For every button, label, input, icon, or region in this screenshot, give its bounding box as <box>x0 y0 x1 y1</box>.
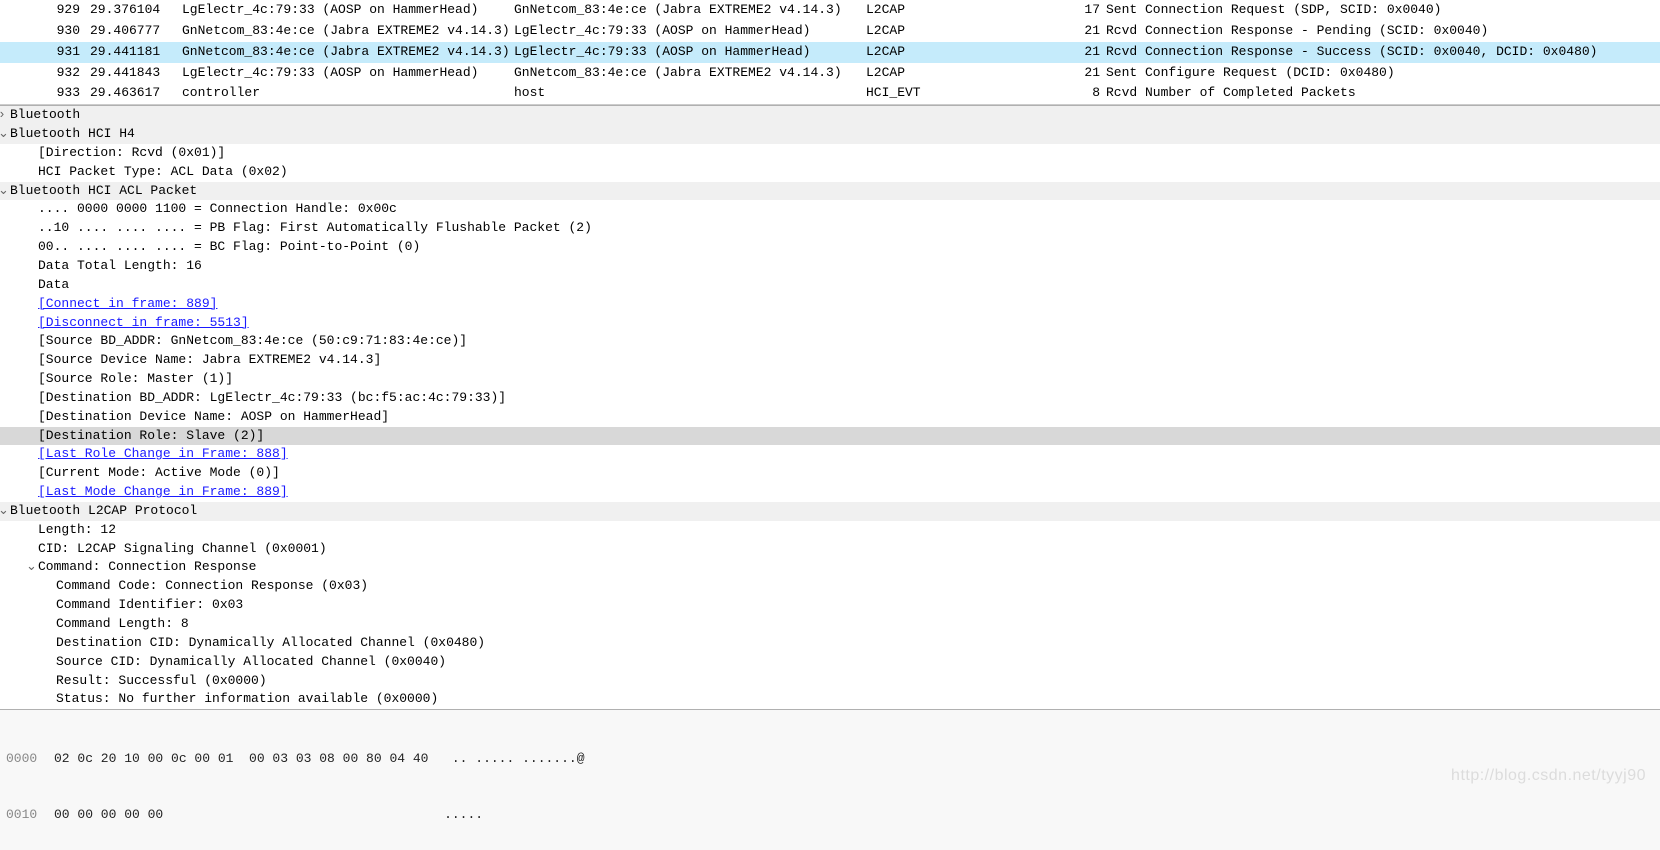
col-info: Rcvd Connection Response - Success (SCID… <box>1106 43 1660 62</box>
hex-row[interactable]: 000002 0c 20 10 00 0c 00 01 00 03 03 08 … <box>0 750 1660 769</box>
tree-acl-current-mode[interactable]: [Current Mode: Active Mode (0)] <box>0 464 1660 483</box>
col-time: 29.441843 <box>90 64 182 83</box>
col-source: LgElectr_4c:79:33 (AOSP on HammerHead) <box>182 64 514 83</box>
col-time: 29.441181 <box>90 43 182 62</box>
packet-row[interactable]: 93029.406777GnNetcom_83:4e:ce (Jabra EXT… <box>0 21 1660 42</box>
col-no: 930 <box>0 22 90 41</box>
chevron-down-icon: ⌄ <box>0 125 10 144</box>
tree-acl-dst-role[interactable]: [Destination Role: Slave (2)] <box>0 427 1660 446</box>
col-no: 931 <box>0 43 90 62</box>
col-source: GnNetcom_83:4e:ce (Jabra EXTREME2 v4.14.… <box>182 43 514 62</box>
tree-acl-data[interactable]: Data <box>0 276 1660 295</box>
tree-acl-dst-name[interactable]: [Destination Device Name: AOSP on Hammer… <box>0 408 1660 427</box>
chevron-right-icon: › <box>0 106 10 125</box>
tree-l2cap-cmd-code[interactable]: Command Code: Connection Response (0x03) <box>0 577 1660 596</box>
tree-bluetooth[interactable]: ›Bluetooth <box>0 106 1660 125</box>
col-info: Rcvd Number of Completed Packets <box>1106 84 1660 103</box>
tree-l2cap-dcid[interactable]: Destination CID: Dynamically Allocated C… <box>0 634 1660 653</box>
hex-bytes: 00 00 00 00 00 <box>54 807 163 822</box>
packet-details[interactable]: ›Bluetooth ⌄Bluetooth HCI H4 [Direction:… <box>0 105 1660 710</box>
packet-row[interactable]: 93229.441843LgElectr_4c:79:33 (AOSP on H… <box>0 63 1660 84</box>
tree-acl-pbflag[interactable]: ..10 .... .... .... = PB Flag: First Aut… <box>0 219 1660 238</box>
tree-h4-direction[interactable]: [Direction: Rcvd (0x01)] <box>0 144 1660 163</box>
tree-acl-connect-frame[interactable]: [Connect in frame: 889] <box>0 295 1660 314</box>
col-length: 17 <box>1062 1 1106 20</box>
hex-bytes: 02 0c 20 10 00 0c 00 01 00 03 03 08 00 8… <box>54 751 428 766</box>
tree-l2cap-command[interactable]: ⌄Command: Connection Response <box>0 558 1660 577</box>
tree-acl-last-role-change[interactable]: [Last Role Change in Frame: 888] <box>0 445 1660 464</box>
tree-l2cap[interactable]: ⌄Bluetooth L2CAP Protocol <box>0 502 1660 521</box>
col-protocol: HCI_EVT <box>866 84 1062 103</box>
tree-l2cap-cmd-id[interactable]: Command Identifier: 0x03 <box>0 596 1660 615</box>
tree-h4-packet-type[interactable]: HCI Packet Type: ACL Data (0x02) <box>0 163 1660 182</box>
col-destination: GnNetcom_83:4e:ce (Jabra EXTREME2 v4.14.… <box>514 64 866 83</box>
tree-acl-disconnect-frame[interactable]: [Disconnect in frame: 5513] <box>0 314 1660 333</box>
col-length: 21 <box>1062 64 1106 83</box>
tree-hci-h4[interactable]: ⌄Bluetooth HCI H4 <box>0 125 1660 144</box>
tree-l2cap-length[interactable]: Length: 12 <box>0 521 1660 540</box>
hex-offset: 0010 <box>0 806 54 825</box>
col-source: controller <box>182 84 514 103</box>
col-protocol: L2CAP <box>866 22 1062 41</box>
chevron-down-icon: ⌄ <box>0 502 10 521</box>
col-destination: host <box>514 84 866 103</box>
hex-ascii: .. ..... .......@ <box>452 751 585 766</box>
col-source: GnNetcom_83:4e:ce (Jabra EXTREME2 v4.14.… <box>182 22 514 41</box>
tree-l2cap-cid[interactable]: CID: L2CAP Signaling Channel (0x0001) <box>0 540 1660 559</box>
col-info: Rcvd Connection Response - Pending (SCID… <box>1106 22 1660 41</box>
chevron-down-icon: ⌄ <box>0 182 10 201</box>
col-source: LgElectr_4c:79:33 (AOSP on HammerHead) <box>182 1 514 20</box>
tree-l2cap-cmd-len[interactable]: Command Length: 8 <box>0 615 1660 634</box>
col-protocol: L2CAP <box>866 64 1062 83</box>
tree-acl-dst-bdaddr[interactable]: [Destination BD_ADDR: LgElectr_4c:79:33 … <box>0 389 1660 408</box>
tree-hci-acl[interactable]: ⌄Bluetooth HCI ACL Packet <box>0 182 1660 201</box>
tree-acl-handle[interactable]: .... 0000 0000 1100 = Connection Handle:… <box>0 200 1660 219</box>
packet-list[interactable]: 92929.376104LgElectr_4c:79:33 (AOSP on H… <box>0 0 1660 105</box>
col-no: 932 <box>0 64 90 83</box>
col-protocol: L2CAP <box>866 43 1062 62</box>
col-destination: LgElectr_4c:79:33 (AOSP on HammerHead) <box>514 22 866 41</box>
col-info: Sent Connection Request (SDP, SCID: 0x00… <box>1106 1 1660 20</box>
tree-acl-src-role[interactable]: [Source Role: Master (1)] <box>0 370 1660 389</box>
col-info: Sent Configure Request (DCID: 0x0480) <box>1106 64 1660 83</box>
hex-dump[interactable]: 000002 0c 20 10 00 0c 00 01 00 03 03 08 … <box>0 710 1660 850</box>
chevron-down-icon: ⌄ <box>26 558 38 577</box>
tree-acl-src-name[interactable]: [Source Device Name: Jabra EXTREME2 v4.1… <box>0 351 1660 370</box>
tree-l2cap-status[interactable]: Status: No further information available… <box>0 690 1660 709</box>
col-time: 29.463617 <box>90 84 182 103</box>
col-length: 8 <box>1062 84 1106 103</box>
tree-l2cap-result[interactable]: Result: Successful (0x0000) <box>0 672 1660 691</box>
tree-acl-src-bdaddr[interactable]: [Source BD_ADDR: GnNetcom_83:4e:ce (50:c… <box>0 332 1660 351</box>
packet-row[interactable]: 92929.376104LgElectr_4c:79:33 (AOSP on H… <box>0 0 1660 21</box>
col-time: 29.406777 <box>90 22 182 41</box>
tree-acl-bcflag[interactable]: 00.. .... .... .... = BC Flag: Point-to-… <box>0 238 1660 257</box>
packet-row[interactable]: 93329.463617controllerhostHCI_EVT8Rcvd N… <box>0 83 1660 104</box>
col-destination: LgElectr_4c:79:33 (AOSP on HammerHead) <box>514 43 866 62</box>
hex-offset: 0000 <box>0 750 54 769</box>
tree-acl-last-mode-change[interactable]: [Last Mode Change in Frame: 889] <box>0 483 1660 502</box>
hex-ascii: ..... <box>444 807 483 822</box>
tree-l2cap-scid[interactable]: Source CID: Dynamically Allocated Channe… <box>0 653 1660 672</box>
col-no: 933 <box>0 84 90 103</box>
packet-row[interactable]: 93129.441181GnNetcom_83:4e:ce (Jabra EXT… <box>0 42 1660 63</box>
col-protocol: L2CAP <box>866 1 1062 20</box>
col-length: 21 <box>1062 22 1106 41</box>
hex-row[interactable]: 001000 00 00 00 00 ..... <box>0 806 1660 825</box>
col-destination: GnNetcom_83:4e:ce (Jabra EXTREME2 v4.14.… <box>514 1 866 20</box>
col-length: 21 <box>1062 43 1106 62</box>
col-no: 929 <box>0 1 90 20</box>
col-time: 29.376104 <box>90 1 182 20</box>
tree-acl-datalen[interactable]: Data Total Length: 16 <box>0 257 1660 276</box>
